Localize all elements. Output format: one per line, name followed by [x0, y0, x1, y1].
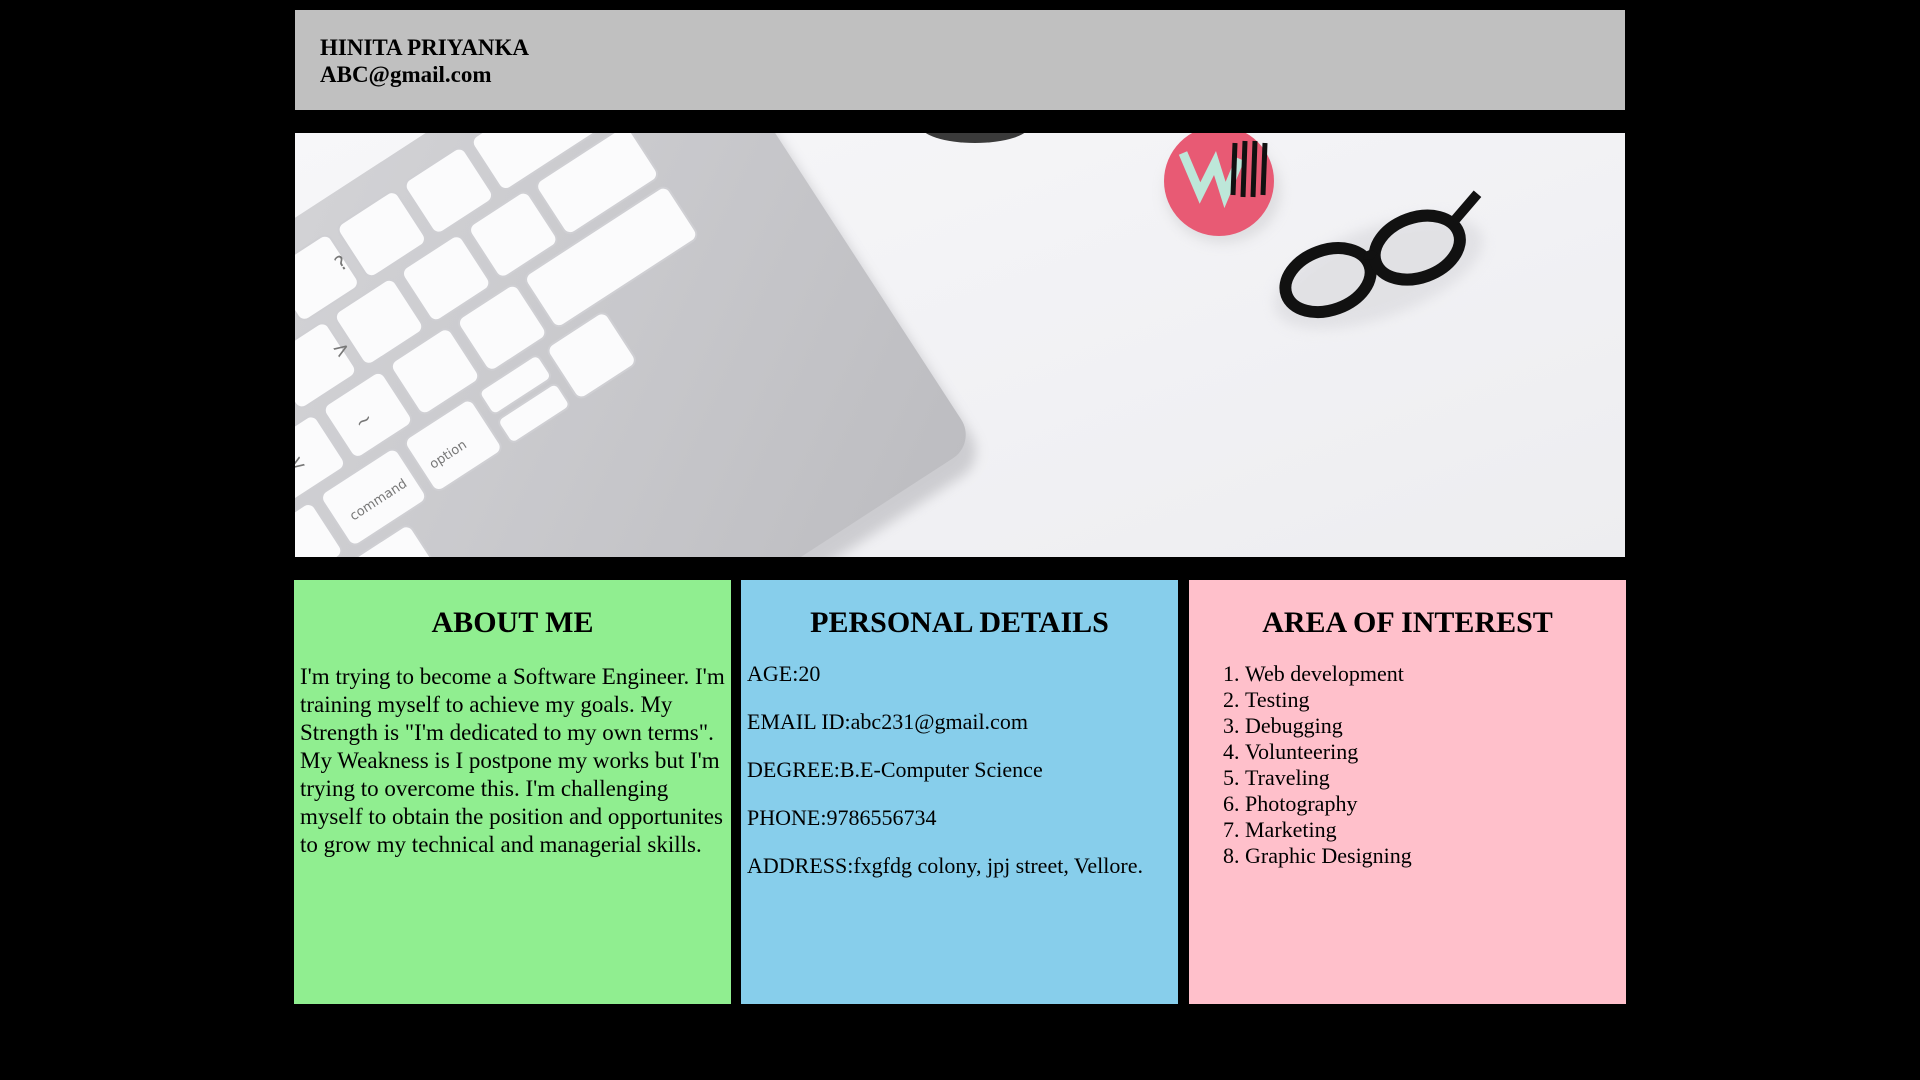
interest-item: Graphic Designing: [1245, 843, 1626, 869]
interest-item: Photography: [1245, 791, 1626, 817]
keyboard-illustration: O : ? L > K J M < ~ N command option: [295, 133, 966, 557]
detail-address: ADDRESS:fxgfdg colony, jpj street, Vello…: [747, 853, 1143, 878]
header-banner: HINITA PRIYANKA ABC@gmail.com: [295, 10, 1625, 110]
detail-phone: PHONE:9786556734: [747, 805, 937, 830]
dark-object-illustration: [925, 133, 1025, 143]
hero-image: O : ? L > K J M < ~ N command option: [295, 133, 1625, 557]
interest-item: Marketing: [1245, 817, 1626, 843]
about-me-title: ABOUT ME: [431, 606, 594, 639]
interest-item: Volunteering: [1245, 739, 1626, 765]
about-me-text: I'm trying to become a Software Engineer…: [300, 664, 725, 857]
page: HINITA PRIYANKA ABC@gmail.com ? > < ~ co…: [0, 0, 1920, 1080]
header-email: ABC@gmail.com: [320, 62, 492, 87]
interest-item: Testing: [1245, 687, 1626, 713]
about-me-panel: ABOUT ME I'm trying to become a Software…: [294, 580, 731, 1004]
detail-degree: DEGREE:B.E-Computer Science: [747, 757, 1043, 782]
glasses-illustration: [1273, 190, 1483, 329]
personal-details-panel: PERSONAL DETAILS AGE:20 EMAIL ID:abc231@…: [741, 580, 1178, 1004]
interest-item: Web development: [1245, 661, 1626, 687]
personal-details-title: PERSONAL DETAILS: [810, 606, 1109, 639]
interest-item: Debugging: [1245, 713, 1626, 739]
detail-email: EMAIL ID:abc231@gmail.com: [747, 709, 1028, 734]
interest-item: Traveling: [1245, 765, 1626, 791]
header-name: HINITA PRIYANKA: [320, 35, 529, 60]
area-of-interest-title: AREA OF INTEREST: [1262, 606, 1553, 639]
area-of-interest-panel: AREA OF INTEREST Web development Testing…: [1189, 580, 1626, 1004]
interest-list: Web development Testing Debugging Volunt…: [1189, 661, 1626, 869]
desk-photo-illustration: O : ? L > K J M < ~ N command option: [295, 133, 1483, 557]
badge-illustration: [1164, 133, 1281, 243]
detail-age: AGE:20: [747, 661, 821, 686]
